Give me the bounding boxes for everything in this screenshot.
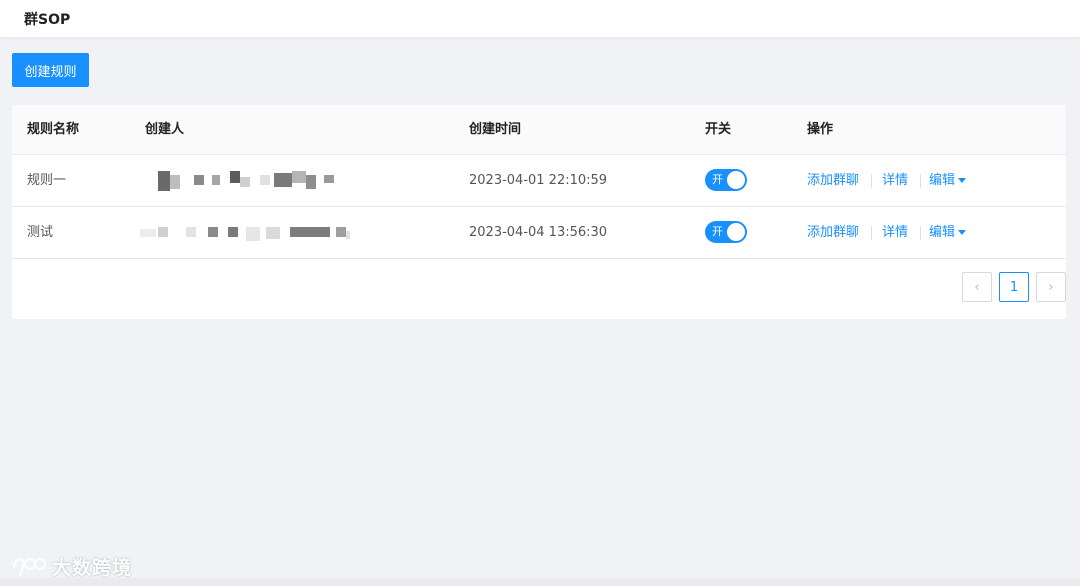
caret-down-icon	[958, 178, 967, 183]
table-row: 规则一 2023-04-01 22:10:59 开 添加群聊 详情 编辑	[12, 155, 1066, 207]
rules-table-card: 规则名称 创建人 创建时间 开关 操作 规则一 2023-04-01 22:10…	[12, 105, 1066, 319]
column-header-switch: 开关	[705, 122, 732, 137]
add-group-chat-link[interactable]: 添加群聊	[807, 225, 859, 241]
pagination: ‹ 1 ›	[962, 272, 1066, 302]
detail-link[interactable]: 详情	[882, 173, 908, 189]
create-rule-button[interactable]: 创建规则	[12, 53, 89, 87]
switch-label: 开	[712, 225, 723, 238]
rule-name: 测试	[27, 225, 54, 240]
created-time: 2023-04-04 13:56:30	[469, 225, 608, 240]
detail-link[interactable]: 详情	[882, 225, 908, 241]
switch-label: 开	[712, 173, 723, 186]
watermark-logo-icon	[12, 557, 47, 577]
next-page-button[interactable]: ›	[1036, 272, 1066, 302]
toggle-knob	[727, 223, 745, 241]
divider	[871, 226, 872, 240]
page-title: 群SOP	[24, 12, 71, 28]
column-header-actions: 操作	[807, 122, 834, 137]
divider	[920, 174, 921, 188]
creator-pixelated	[140, 223, 350, 243]
edit-label: 编辑	[929, 225, 956, 240]
creator-pixelated	[140, 171, 350, 191]
edit-dropdown[interactable]: 编辑	[929, 225, 967, 241]
top-bar: 群SOP	[0, 0, 1080, 38]
toggle-knob	[727, 171, 745, 189]
created-time: 2023-04-01 22:10:59	[469, 173, 608, 188]
divider	[920, 226, 921, 240]
column-header-creator: 创建人	[145, 122, 185, 137]
caret-down-icon	[958, 230, 967, 235]
page-1-button[interactable]: 1	[999, 272, 1029, 302]
prev-page-button[interactable]: ‹	[962, 272, 992, 302]
column-header-created-time: 创建时间	[469, 122, 522, 137]
divider	[871, 174, 872, 188]
table-row: 测试 2023-04-04 13:56:30 开 添加群聊 详情 编辑	[12, 207, 1066, 259]
table-header: 规则名称 创建人 创建时间 开关 操作	[12, 105, 1066, 155]
add-group-chat-link[interactable]: 添加群聊	[807, 173, 859, 189]
watermark-text: 大数跨境	[52, 556, 133, 579]
rule-switch-toggle[interactable]: 开	[705, 169, 747, 191]
column-header-rule-name: 规则名称	[27, 122, 80, 137]
edit-dropdown[interactable]: 编辑	[929, 173, 967, 189]
rule-switch-toggle[interactable]: 开	[705, 221, 747, 243]
bottom-strip	[0, 578, 1080, 586]
watermark: 大数跨境	[10, 552, 132, 580]
edit-label: 编辑	[929, 173, 956, 188]
rule-name: 规则一	[27, 173, 67, 188]
